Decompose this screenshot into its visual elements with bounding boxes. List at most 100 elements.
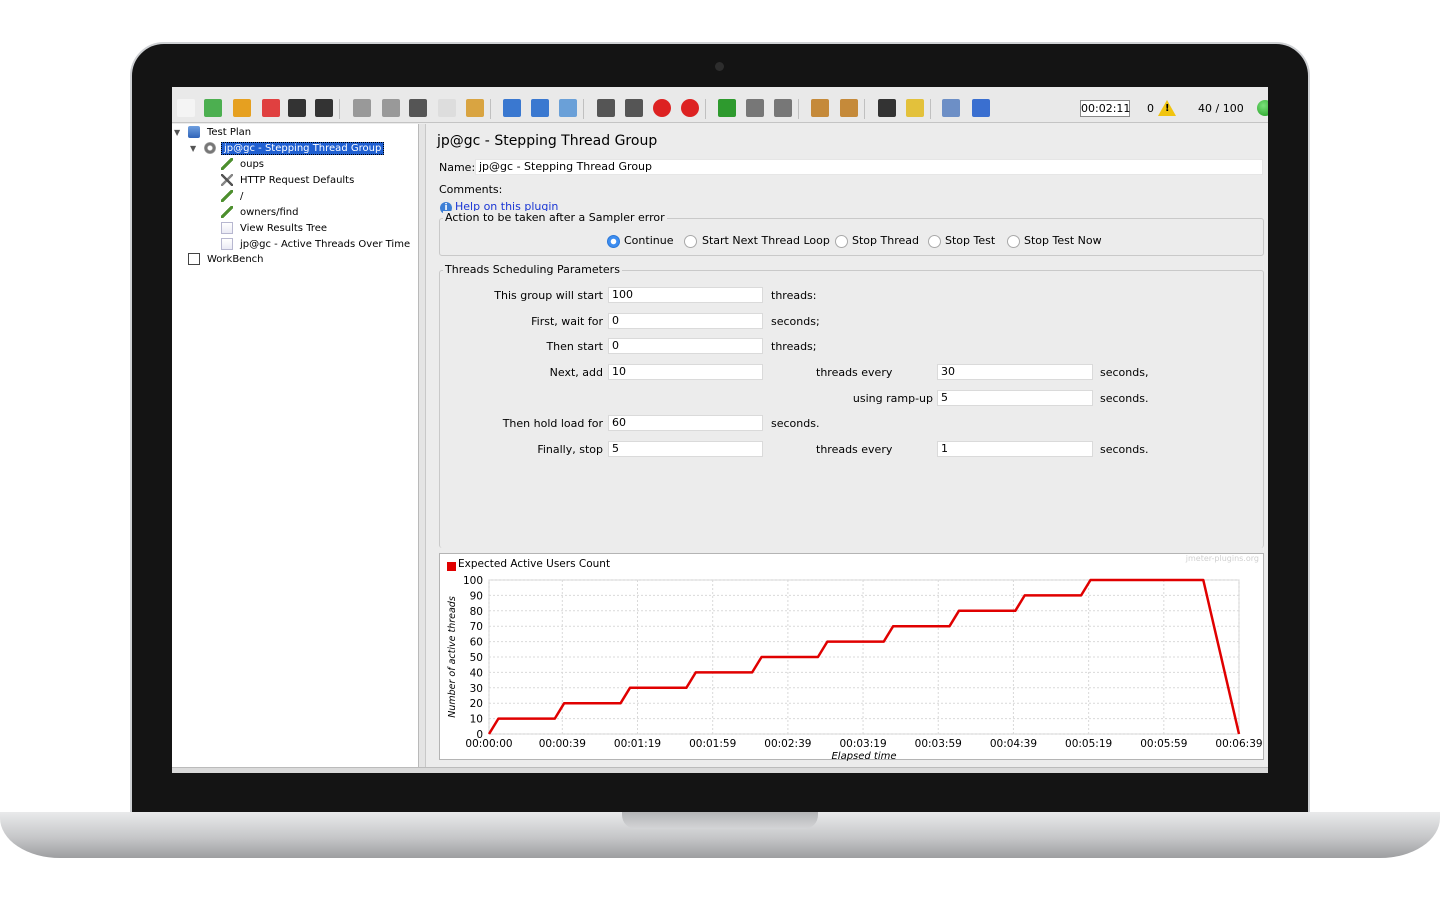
undo-icon[interactable] — [353, 99, 371, 117]
toolbar-separator — [864, 99, 865, 119]
finally-stop-label: Finally, stop — [537, 443, 603, 456]
then-start-label: Then start — [546, 340, 603, 353]
threads-every-field[interactable]: 30 — [937, 364, 1093, 380]
radio-continue[interactable] — [607, 235, 620, 248]
radio-continue-label: Continue — [624, 234, 674, 247]
close-icon[interactable] — [262, 99, 280, 117]
open-icon[interactable] — [233, 99, 251, 117]
laptop-notch — [622, 812, 818, 829]
remote-shutdown-icon[interactable] — [774, 99, 792, 117]
y-tick-label: 80 — [470, 606, 483, 618]
tree-item-root-path[interactable]: / — [221, 189, 245, 205]
expand-icon[interactable] — [503, 99, 521, 117]
tree-item-stepping-thread-group[interactable]: jp@gc - Stepping Thread Group — [204, 141, 385, 157]
next-add-field[interactable]: 10 — [608, 364, 763, 380]
hold-load-field[interactable]: 60 — [608, 415, 763, 431]
y-tick-label: 90 — [470, 590, 483, 602]
start-no-pause-icon[interactable] — [625, 99, 643, 117]
paste-icon[interactable] — [466, 99, 484, 117]
shutdown-icon[interactable] — [681, 99, 699, 117]
tools-icon — [221, 174, 233, 186]
splitter-handle[interactable] — [419, 124, 426, 767]
copy-icon[interactable] — [438, 99, 456, 117]
toggle-icon[interactable] — [559, 99, 577, 117]
comments-label: Comments: — [439, 183, 503, 196]
stop-every-unit: seconds. — [1100, 443, 1149, 456]
name-field[interactable]: jp@gc - Stepping Thread Group — [475, 159, 1263, 175]
y-tick-label: 60 — [470, 637, 483, 649]
radio-stop-test-now[interactable] — [1007, 235, 1020, 248]
radio-stop-test[interactable] — [928, 235, 941, 248]
gear-icon — [204, 142, 216, 154]
templates-icon[interactable] — [204, 99, 222, 117]
expand-twisty-icon[interactable]: ▼ — [174, 128, 180, 137]
toolbar: 00:02:11 0 40 / 100 — [172, 87, 1268, 123]
x-tick-label: 00:00:00 — [465, 738, 512, 750]
thread-group-panel: jp@gc - Stepping Thread Group Name: jp@g… — [427, 124, 1268, 767]
radio-stop-thread-label: Stop Thread — [852, 234, 919, 247]
cut-icon[interactable] — [409, 99, 427, 117]
y-tick-label: 30 — [470, 683, 483, 695]
radio-stop-test-label: Stop Test — [945, 234, 996, 247]
warning-icon[interactable] — [1158, 100, 1176, 116]
function-helper-icon[interactable] — [942, 99, 960, 117]
stop-every-field[interactable]: 1 — [937, 441, 1093, 457]
error-action-group: Action to be taken after a Sampler error… — [439, 211, 1264, 256]
y-tick-label: 40 — [470, 667, 483, 679]
rampup-field[interactable]: 5 — [937, 390, 1093, 406]
pipette-icon — [221, 206, 233, 218]
start-icon[interactable] — [597, 99, 615, 117]
tree-item-active-threads-over-time[interactable]: jp@gc - Active Threads Over Time — [221, 237, 412, 253]
start-threads-label: This group will start — [494, 289, 603, 302]
save-icon[interactable] — [288, 99, 306, 117]
clear-all-icon[interactable] — [840, 99, 858, 117]
camera-icon — [715, 62, 724, 71]
help-icon[interactable] — [972, 99, 990, 117]
y-tick-label: 20 — [470, 698, 483, 710]
remote-stop-icon[interactable] — [746, 99, 764, 117]
test-plan-tree: ▼ Test Plan ▼ jp@gc - Stepping Thread Gr… — [172, 124, 419, 767]
collapse-icon[interactable] — [531, 99, 549, 117]
chart-plot: 010203040506070809010000:00:00 00:00:39 00… — [447, 575, 1263, 761]
search-icon[interactable] — [878, 99, 896, 117]
tree-item-owners-find[interactable]: owners/find — [221, 205, 300, 221]
x-tick-label: 00:03:19 — [839, 738, 886, 750]
stop-icon[interactable] — [653, 99, 671, 117]
hold-load-label: Then hold load for — [502, 417, 603, 430]
scheduling-legend: Threads Scheduling Parameters — [443, 263, 622, 276]
save-as-icon[interactable] — [315, 99, 333, 117]
initial-delay-field[interactable]: 0 — [608, 313, 763, 329]
start-threads-field[interactable]: 100 — [608, 287, 763, 303]
status-strip — [172, 767, 1268, 773]
x-tick-label: 00:01:59 — [689, 738, 736, 750]
stop-every-label: threads every — [816, 443, 893, 456]
tree-item-test-plan[interactable]: Test Plan — [188, 125, 253, 141]
tree-item-oups[interactable]: oups — [221, 157, 266, 173]
elapsed-timer: 00:02:11 — [1080, 100, 1131, 117]
expand-twisty-icon[interactable]: ▼ — [190, 144, 196, 153]
threads-every-label: threads every — [816, 366, 893, 379]
finally-stop-field[interactable]: 5 — [608, 441, 763, 457]
app-window: 00:02:11 0 40 / 100 ▼ Test Plan ▼ jp@gc … — [172, 87, 1268, 773]
then-start-unit: threads; — [771, 340, 817, 353]
reset-search-icon[interactable] — [906, 99, 924, 117]
toolbar-separator — [490, 99, 491, 119]
then-start-field[interactable]: 0 — [608, 338, 763, 354]
radio-stop-test-now-label: Stop Test Now — [1024, 234, 1102, 247]
radio-stop-thread[interactable] — [835, 235, 848, 248]
next-add-label: Next, add — [549, 366, 603, 379]
radio-start-next-loop[interactable] — [684, 235, 697, 248]
workbench-icon — [188, 253, 200, 265]
x-axis-label: Elapsed time — [831, 751, 896, 761]
toolbar-separator — [583, 99, 584, 119]
clear-icon[interactable] — [811, 99, 829, 117]
new-icon[interactable] — [177, 99, 195, 117]
tree-item-http-request-defaults[interactable]: HTTP Request Defaults — [221, 173, 356, 189]
remote-start-icon[interactable] — [718, 99, 736, 117]
hold-load-unit: seconds. — [771, 417, 820, 430]
status-indicator-icon — [1257, 100, 1268, 116]
tree-item-workbench[interactable]: WorkBench — [188, 252, 266, 268]
tree-item-view-results-tree[interactable]: View Results Tree — [221, 221, 329, 237]
redo-icon[interactable] — [382, 99, 400, 117]
toolbar-separator — [930, 99, 931, 119]
